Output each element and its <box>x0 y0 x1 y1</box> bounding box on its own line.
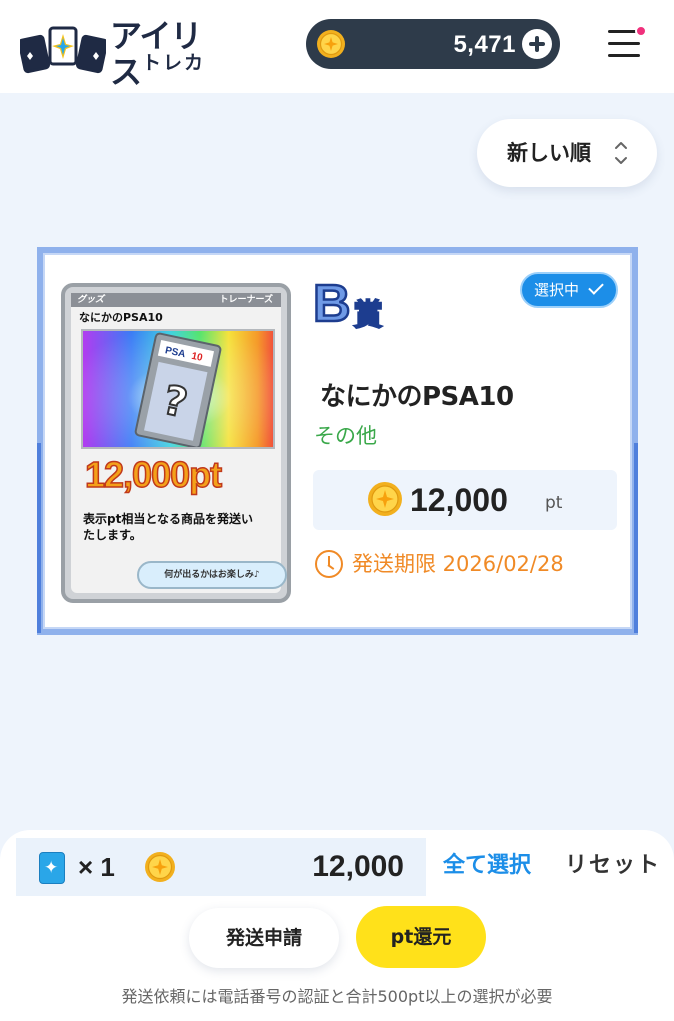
card-description: 表示pt相当となる商品を発送いたします。 <box>83 512 253 542</box>
menu-bar-icon <box>608 54 640 57</box>
reset-button[interactable]: リセット <box>565 852 661 880</box>
card-top-strip: グッズ トレーナーズ <box>71 293 281 307</box>
hamburger-menu-button[interactable] <box>604 24 648 64</box>
select-all-button[interactable]: 全て選択 <box>443 852 531 880</box>
notification-dot <box>635 25 647 37</box>
selected-label: 選択中 <box>534 281 580 299</box>
selected-count: × 1 <box>78 852 115 882</box>
svg-text:賞: 賞 <box>353 298 383 331</box>
selected-badge[interactable]: 選択中 <box>520 272 618 308</box>
clock-icon <box>315 550 343 578</box>
app-logo[interactable]: アイリス トレカ <box>20 18 225 90</box>
points-balance-pill[interactable]: 5,471 <box>306 19 560 69</box>
add-points-button[interactable] <box>522 29 552 59</box>
card-count-icon <box>39 852 65 884</box>
bottom-action-panel: × 1 12,000 全て選択 リセット 発送申請 pt還元 発送依頼には電話番… <box>0 830 674 1021</box>
prize-rank-badge: B 賞 <box>313 275 384 331</box>
prize-item-card[interactable]: グッズ トレーナーズ なにかのPSA10 PSA 10 ? 12,000pt 表… <box>37 247 638 635</box>
coin-icon <box>317 30 345 58</box>
item-category: その他 <box>314 424 377 448</box>
card-tag-trainer: トレーナーズ <box>219 295 273 305</box>
logo-subtitle: トレカ <box>142 52 206 74</box>
selected-total: 12,000 <box>312 850 404 883</box>
menu-bar-icon <box>608 42 640 45</box>
sort-dropdown[interactable]: 新しい順 <box>477 119 657 187</box>
sort-label: 新しい順 <box>507 141 591 165</box>
coin-icon <box>145 852 175 882</box>
pt-return-button[interactable]: pt還元 <box>356 906 486 968</box>
price-value: 12,000 <box>410 482 508 518</box>
logo-cards-icon <box>20 26 106 74</box>
item-name: なにかのPSA10 <box>320 382 514 412</box>
card-artwork: PSA 10 ? <box>81 329 275 449</box>
trading-card-image: グッズ トレーナーズ なにかのPSA10 PSA 10 ? 12,000pt 表… <box>61 283 291 603</box>
ship-request-button[interactable]: 発送申請 <box>189 908 339 968</box>
price-unit: pt <box>545 493 563 513</box>
card-points-text: 12,000pt <box>84 454 223 496</box>
selection-summary: × 1 12,000 <box>16 838 426 896</box>
points-balance-value: 5,471 <box>453 31 516 58</box>
card-face: グッズ トレーナーズ なにかのPSA10 PSA 10 ? 12,000pt 表… <box>71 293 287 593</box>
card-name: なにかのPSA10 <box>79 311 163 324</box>
app-header: アイリス トレカ 5,471 <box>0 0 674 93</box>
deadline-text: 発送期限 2026/02/28 <box>352 552 564 576</box>
sort-chevrons-icon <box>615 142 627 164</box>
check-icon <box>588 279 604 295</box>
rainbow-burst-icon: PSA 10 ? <box>83 331 273 447</box>
card-bottom-label: 何が出るかはお楽しみ♪ <box>137 561 287 589</box>
coin-icon <box>368 482 402 516</box>
svg-text:B: B <box>313 275 351 331</box>
price-box: 12,000 pt <box>313 470 617 530</box>
shipping-notice: 発送依頼には電話番号の認証と合計500pt以上の選択が必要 <box>121 987 553 1006</box>
card-tag-goods: グッズ <box>77 295 105 305</box>
